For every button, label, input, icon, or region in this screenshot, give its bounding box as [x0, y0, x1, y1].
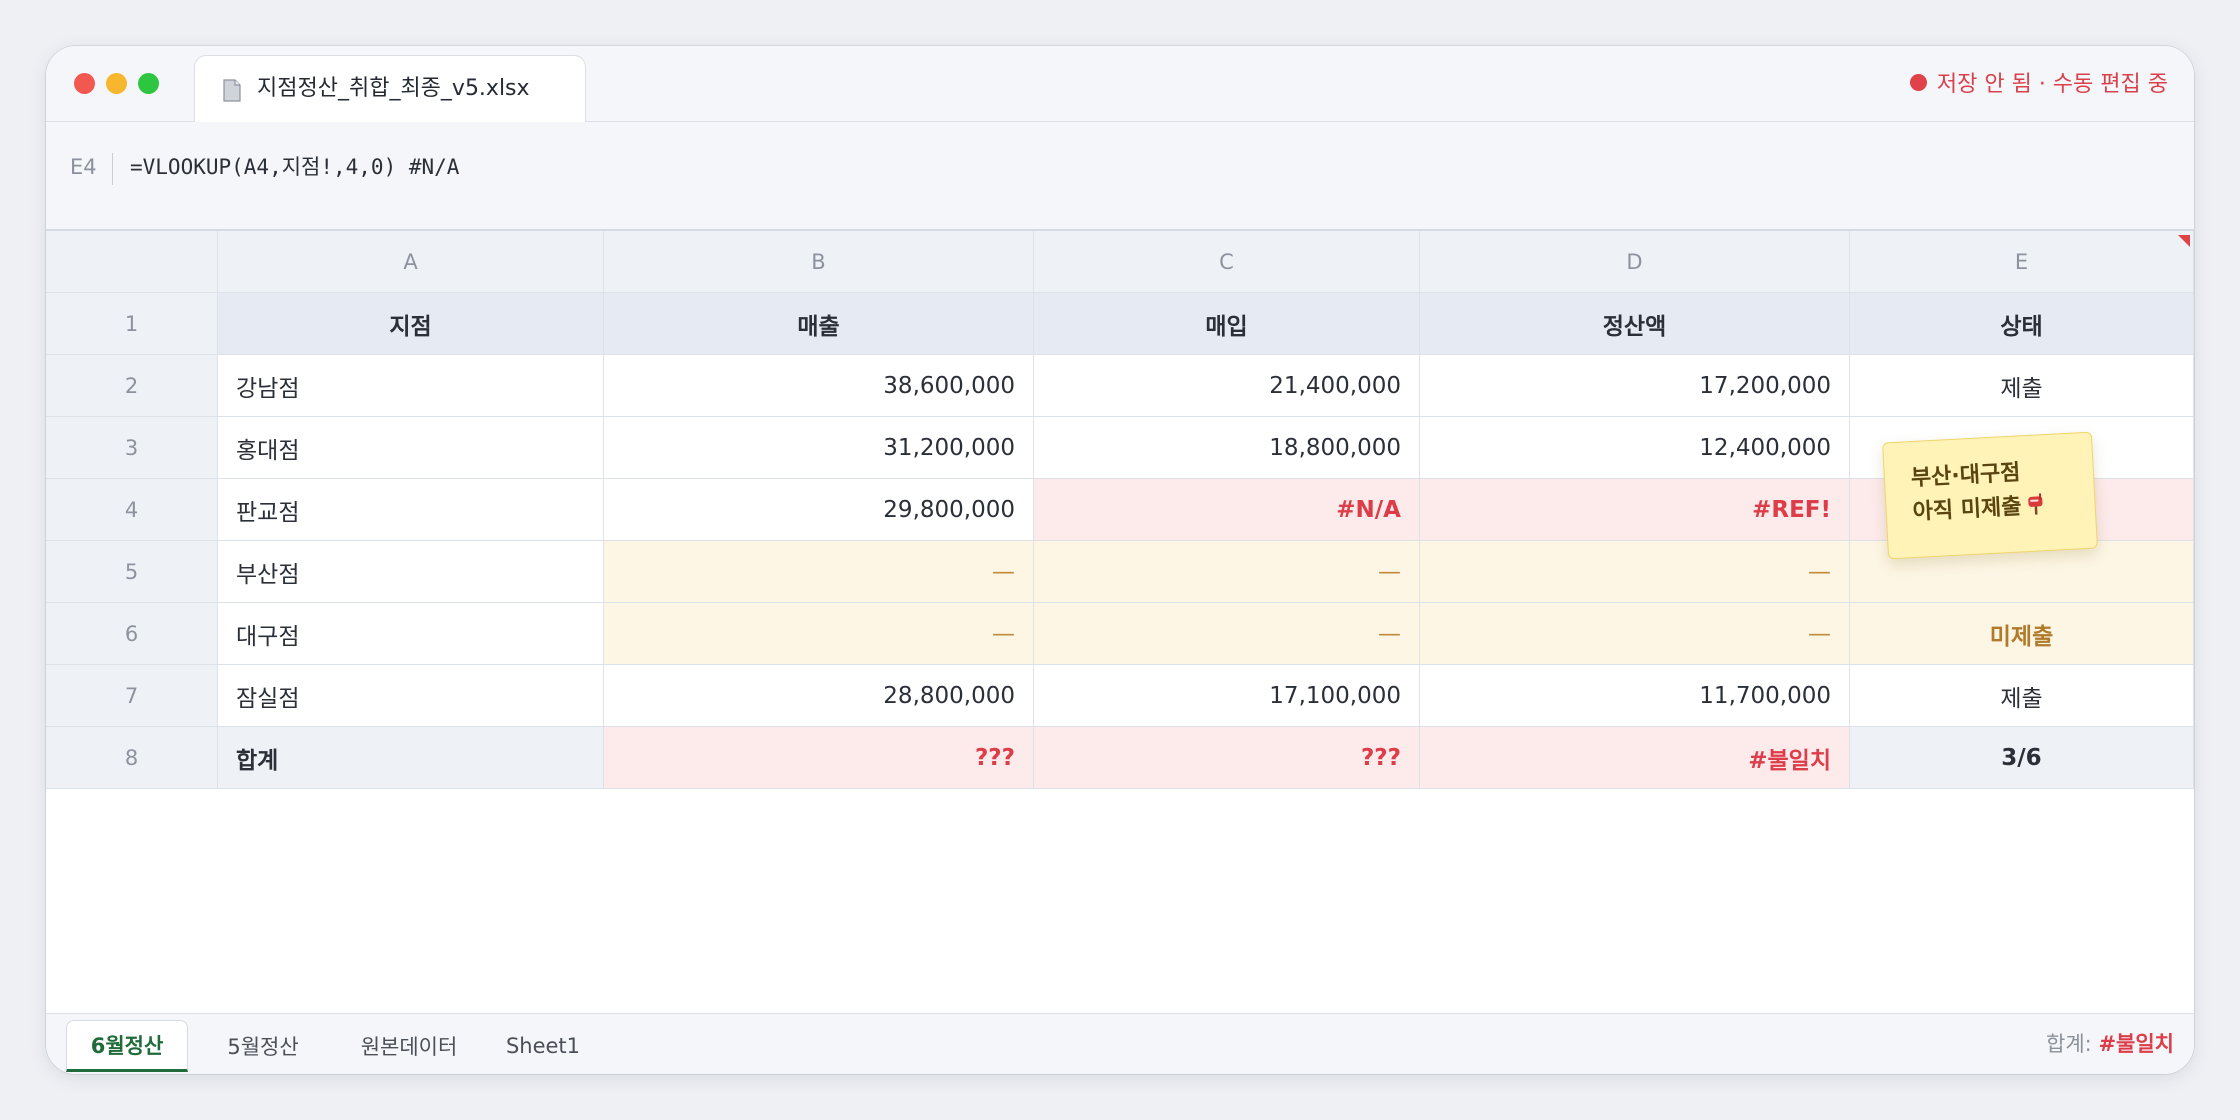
total-status-cell[interactable]: 3/6 [1850, 727, 2194, 789]
settlement-cell[interactable]: 12,400,000 [1420, 417, 1850, 479]
table-row: 3 홍대점 31,200,000 18,800,000 12,400,000 제… [46, 417, 2194, 479]
column-header[interactable]: D [1420, 231, 1850, 293]
row-number[interactable]: 5 [46, 541, 218, 603]
title-bar: 지점정산_취합_최종_v5.xlsx 저장 안 됨 · 수동 편집 중 [46, 46, 2194, 122]
branch-cell[interactable]: 강남점 [218, 355, 604, 417]
table-row: 6 대구점 — — — 미제출 [46, 603, 2194, 665]
branch-cell[interactable]: 홍대점 [218, 417, 604, 479]
status-cell[interactable]: 미제출 [1850, 603, 2194, 665]
status-sum: 합계: #불일치 [2046, 1028, 2174, 1058]
row-number[interactable]: 1 [46, 293, 218, 355]
status-cell[interactable]: 제출 [1850, 355, 2194, 417]
purchase-cell[interactable]: — [1034, 541, 1420, 603]
row-number[interactable]: 8 [46, 727, 218, 789]
unsaved-status: 저장 안 됨 · 수동 편집 중 [1909, 66, 2168, 98]
sheet-tab-june[interactable]: 6월정산 [66, 1020, 188, 1072]
table-row: 5 부산점 — — — [46, 541, 2194, 603]
sheet-grid: A B C D E 1 지점 매출 매입 정산액 상태 2 강남점 38,600… [46, 231, 2194, 789]
branch-cell[interactable]: 판교점 [218, 479, 604, 541]
branch-cell[interactable]: 부산점 [218, 541, 604, 603]
sales-cell[interactable]: — [604, 603, 1034, 665]
column-header-row: A B C D E [46, 231, 2194, 293]
comment-flag-icon[interactable] [2178, 235, 2190, 247]
status-sum-label: 합계: [2046, 1032, 2099, 1056]
spreadsheet-window: 지점정산_취합_최종_v5.xlsx 저장 안 됨 · 수동 편집 중 E4 =… [46, 46, 2194, 1074]
sales-cell[interactable]: 38,600,000 [604, 355, 1034, 417]
sticky-note-line2: 아직 미제출 [1912, 494, 2023, 526]
purchase-cell[interactable]: — [1034, 603, 1420, 665]
settlement-cell[interactable]: 11,700,000 [1420, 665, 1850, 727]
column-header[interactable]: C [1034, 231, 1420, 293]
table-row: 7 잠실점 28,800,000 17,100,000 11,700,000 제… [46, 665, 2194, 727]
column-header[interactable]: E [1850, 231, 2194, 293]
purchase-cell[interactable]: 21,400,000 [1034, 355, 1420, 417]
settlement-cell[interactable]: — [1420, 603, 1850, 665]
sheet-tab-bar: 6월정산 5월정산 원본데이터 Sheet1 합계: #불일치 [46, 1013, 2194, 1074]
close-window-button[interactable] [74, 73, 95, 94]
total-row: 8 합계 ??? ??? #불일치 3/6 [46, 727, 2194, 789]
formula-bar: E4 =VLOOKUP(A4,지점!,4,0) #N/A [46, 122, 2194, 231]
total-label-cell[interactable]: 합계 [218, 727, 604, 789]
total-purchase-cell[interactable]: ??? [1034, 727, 1420, 789]
unsaved-dot-icon [1909, 73, 1927, 91]
sales-cell[interactable]: 31,200,000 [604, 417, 1034, 479]
sheet-tab-may[interactable]: 5월정산 [218, 1020, 308, 1072]
table-row: 4 판교점 29,800,000 #N/A #REF! [46, 479, 2194, 541]
row-number[interactable]: 3 [46, 417, 218, 479]
sales-cell[interactable]: — [604, 541, 1034, 603]
sales-cell[interactable]: 29,800,000 [604, 479, 1034, 541]
status-sum-value: #불일치 [2098, 1032, 2174, 1056]
header-cell[interactable]: 정산액 [1420, 293, 1850, 355]
sales-cell[interactable]: 28,800,000 [604, 665, 1034, 727]
minimize-window-button[interactable] [106, 73, 127, 94]
settlement-cell[interactable]: 17,200,000 [1420, 355, 1850, 417]
table-row: 2 강남점 38,600,000 21,400,000 17,200,000 제… [46, 355, 2194, 417]
branch-cell[interactable]: 잠실점 [218, 665, 604, 727]
row-number[interactable]: 6 [46, 603, 218, 665]
header-cell[interactable]: 매입 [1034, 293, 1420, 355]
formula-input[interactable]: =VLOOKUP(A4,지점!,4,0) #N/A [130, 151, 459, 183]
row-number[interactable]: 7 [46, 665, 218, 727]
settlement-error-cell[interactable]: #REF! [1420, 479, 1850, 541]
formula-separator [112, 153, 113, 185]
maximize-window-button[interactable] [138, 73, 159, 94]
file-tab[interactable]: 지점정산_취합_최종_v5.xlsx [194, 55, 586, 122]
column-header[interactable]: B [604, 231, 1034, 293]
branch-cell[interactable]: 대구점 [218, 603, 604, 665]
mailbox-icon [2028, 493, 2043, 515]
header-cell[interactable]: 지점 [218, 293, 604, 355]
settlement-cell[interactable]: — [1420, 541, 1850, 603]
file-tab-title: 지점정산_취합_최종_v5.xlsx [257, 76, 530, 101]
cell-reference[interactable]: E4 [70, 152, 97, 182]
header-cell[interactable]: 매출 [604, 293, 1034, 355]
sheet-tab-raw-data[interactable]: 원본데이터 [344, 1020, 474, 1072]
unsaved-status-text: 저장 안 됨 · 수동 편집 중 [1936, 72, 2168, 97]
header-cell[interactable]: 상태 [1850, 293, 2194, 355]
status-cell[interactable]: 제출 [1850, 665, 2194, 727]
row-number[interactable]: 4 [46, 479, 218, 541]
row-number[interactable]: 2 [46, 355, 218, 417]
column-header[interactable]: A [218, 231, 604, 293]
total-sales-cell[interactable]: ??? [604, 727, 1034, 789]
select-all-corner[interactable] [46, 231, 218, 293]
sticky-note-line2-wrap: 아직 미제출 [1912, 488, 2070, 530]
total-settlement-cell[interactable]: #불일치 [1420, 727, 1850, 789]
sheet-tab-sheet1[interactable]: Sheet1 [498, 1020, 588, 1072]
purchase-error-cell[interactable]: #N/A [1034, 479, 1420, 541]
file-icon [223, 79, 241, 102]
sticky-note[interactable]: 부산·대구점 아직 미제출 [1882, 431, 2098, 560]
purchase-cell[interactable]: 17,100,000 [1034, 665, 1420, 727]
purchase-cell[interactable]: 18,800,000 [1034, 417, 1420, 479]
table-row: 1 지점 매출 매입 정산액 상태 [46, 293, 2194, 355]
